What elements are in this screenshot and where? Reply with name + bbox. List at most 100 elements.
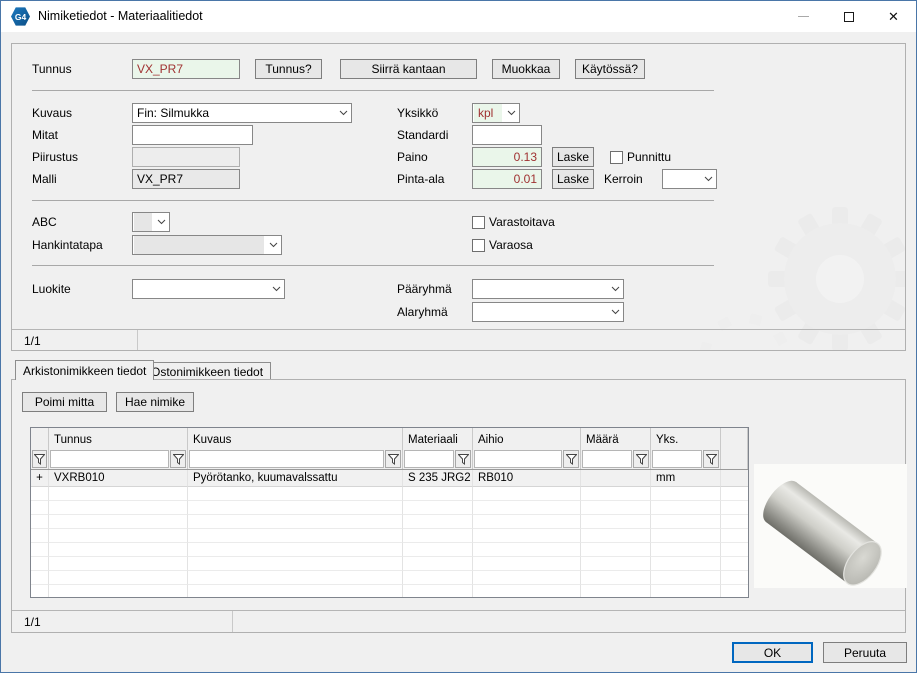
table-row-empty[interactable] [31, 571, 748, 585]
empty-cell [31, 529, 49, 543]
table-filter-row [31, 448, 748, 470]
table-header-kuvaus[interactable]: Kuvaus [188, 428, 403, 448]
empty-cell [49, 543, 188, 557]
kerroin-label: Kerroin [604, 172, 643, 186]
siirra-kantaan-button[interactable]: Siirrä kantaan [340, 59, 477, 79]
tab-arkistonimikkeen-tiedot[interactable]: Arkistonimikkeen tiedot [15, 360, 154, 380]
chevron-down-icon [700, 176, 716, 182]
row-expander[interactable]: + [31, 470, 49, 487]
table-row-empty[interactable] [31, 585, 748, 598]
filter-input-aihio[interactable] [474, 450, 562, 468]
muokkaa-button[interactable]: Muokkaa [492, 59, 560, 79]
standardi-input[interactable] [472, 125, 542, 145]
tunnus-query-button[interactable]: Tunnus? [255, 59, 322, 79]
empty-cell [721, 515, 748, 529]
empty-cell [651, 557, 721, 571]
form-record-statusbar: 1/1 [12, 329, 905, 350]
piirustus-input[interactable] [132, 147, 240, 167]
minimize-button[interactable] [781, 1, 826, 32]
kaytossa-query-button[interactable]: Käytössä? [575, 59, 645, 79]
table-header-maara[interactable]: Määrä [581, 428, 651, 448]
kuvaus-select[interactable]: Fin: Silmukka [132, 103, 352, 123]
filter-funnel-icon[interactable] [455, 450, 471, 468]
table-row-empty[interactable] [31, 557, 748, 571]
hae-nimike-button[interactable]: Hae nimike [116, 392, 194, 412]
empty-cell [581, 571, 651, 585]
form-record-counter: 1/1 [24, 334, 41, 348]
punnittu-checkbox[interactable] [610, 151, 623, 164]
cancel-button[interactable]: Peruuta [823, 642, 907, 663]
malli-input[interactable] [132, 169, 240, 189]
paaryhma-select[interactable] [472, 279, 624, 299]
table-header-materiaali[interactable]: Materiaali [403, 428, 473, 448]
table-row-empty[interactable] [31, 515, 748, 529]
table-row-empty[interactable] [31, 529, 748, 543]
empty-cell [651, 515, 721, 529]
punnittu-label: Punnittu [627, 150, 671, 164]
empty-cell [403, 571, 473, 585]
table-header-aihio[interactable]: Aihio [473, 428, 581, 448]
round-bar-3d-icon [754, 464, 907, 588]
empty-cell [31, 557, 49, 571]
tunnus-label: Tunnus [32, 62, 72, 76]
hankintatapa-select[interactable] [132, 235, 282, 255]
filter-input-materiaali[interactable] [404, 450, 454, 468]
filter-funnel-icon[interactable] [633, 450, 649, 468]
table-header-tunnus[interactable]: Tunnus [49, 428, 188, 448]
table-row[interactable]: + VXRB010 Pyörötanko, kuumavalssattu S 2… [31, 470, 748, 487]
table-row-empty[interactable] [31, 543, 748, 557]
table-row-empty[interactable] [31, 487, 748, 501]
mitat-input[interactable] [132, 125, 253, 145]
filter-funnel-icon[interactable] [563, 450, 579, 468]
empty-cell [473, 571, 581, 585]
luokite-select[interactable] [132, 279, 285, 299]
empty-cell [31, 543, 49, 557]
varaosa-label: Varaosa [489, 238, 533, 252]
empty-cell [473, 501, 581, 515]
empty-cell [403, 515, 473, 529]
hankintatapa-value [134, 236, 264, 254]
mitat-label: Mitat [32, 128, 58, 142]
statusbar-divider [232, 611, 233, 632]
varaosa-checkbox[interactable] [472, 239, 485, 252]
filter-funnel-icon[interactable] [170, 450, 186, 468]
filter-input-maara[interactable] [582, 450, 632, 468]
empty-cell [721, 529, 748, 543]
abc-select[interactable] [132, 212, 170, 232]
laske-paino-button[interactable]: Laske [552, 147, 594, 167]
ok-button[interactable]: OK [732, 642, 813, 663]
empty-cell [721, 571, 748, 585]
filter-funnel-icon[interactable] [32, 450, 47, 468]
alaryhma-select[interactable] [472, 302, 624, 322]
filter-input-kuvaus[interactable] [189, 450, 384, 468]
empty-cell [31, 487, 49, 501]
close-button[interactable]: ✕ [871, 1, 916, 32]
table-header-yks[interactable]: Yks. [651, 428, 721, 448]
filter-input-tunnus[interactable] [50, 450, 169, 468]
pinta-ala-input[interactable] [472, 169, 542, 189]
kerroin-select[interactable] [662, 169, 717, 189]
poimi-mitta-button[interactable]: Poimi mitta [22, 392, 107, 412]
varastoitava-checkbox[interactable] [472, 216, 485, 229]
empty-cell [188, 501, 403, 515]
maximize-button[interactable] [826, 1, 871, 32]
standardi-label: Standardi [397, 128, 448, 142]
filter-funnel-icon[interactable] [703, 450, 719, 468]
yksikko-select[interactable]: kpl [472, 103, 520, 123]
empty-cell [581, 557, 651, 571]
empty-cell [49, 571, 188, 585]
filter-funnel-icon[interactable] [385, 450, 401, 468]
filter-input-yks[interactable] [652, 450, 702, 468]
kuvaus-value: Fin: Silmukka [133, 104, 335, 122]
tunnus-input[interactable] [132, 59, 240, 79]
yksikko-label: Yksikkö [397, 106, 438, 120]
dialog-window: G4 Nimiketiedot - Materiaalitiedot ✕ [0, 0, 917, 673]
empty-cell [581, 501, 651, 515]
empty-cell [651, 585, 721, 598]
laske-pinta-ala-button[interactable]: Laske [552, 169, 594, 189]
paino-input[interactable] [472, 147, 542, 167]
tab-ostonimikkeen-tiedot[interactable]: Ostonimikkeen tiedot [143, 362, 271, 380]
table-row-empty[interactable] [31, 501, 748, 515]
varaosa-checkbox-group: Varaosa [472, 238, 533, 252]
chevron-down-icon [265, 242, 281, 248]
